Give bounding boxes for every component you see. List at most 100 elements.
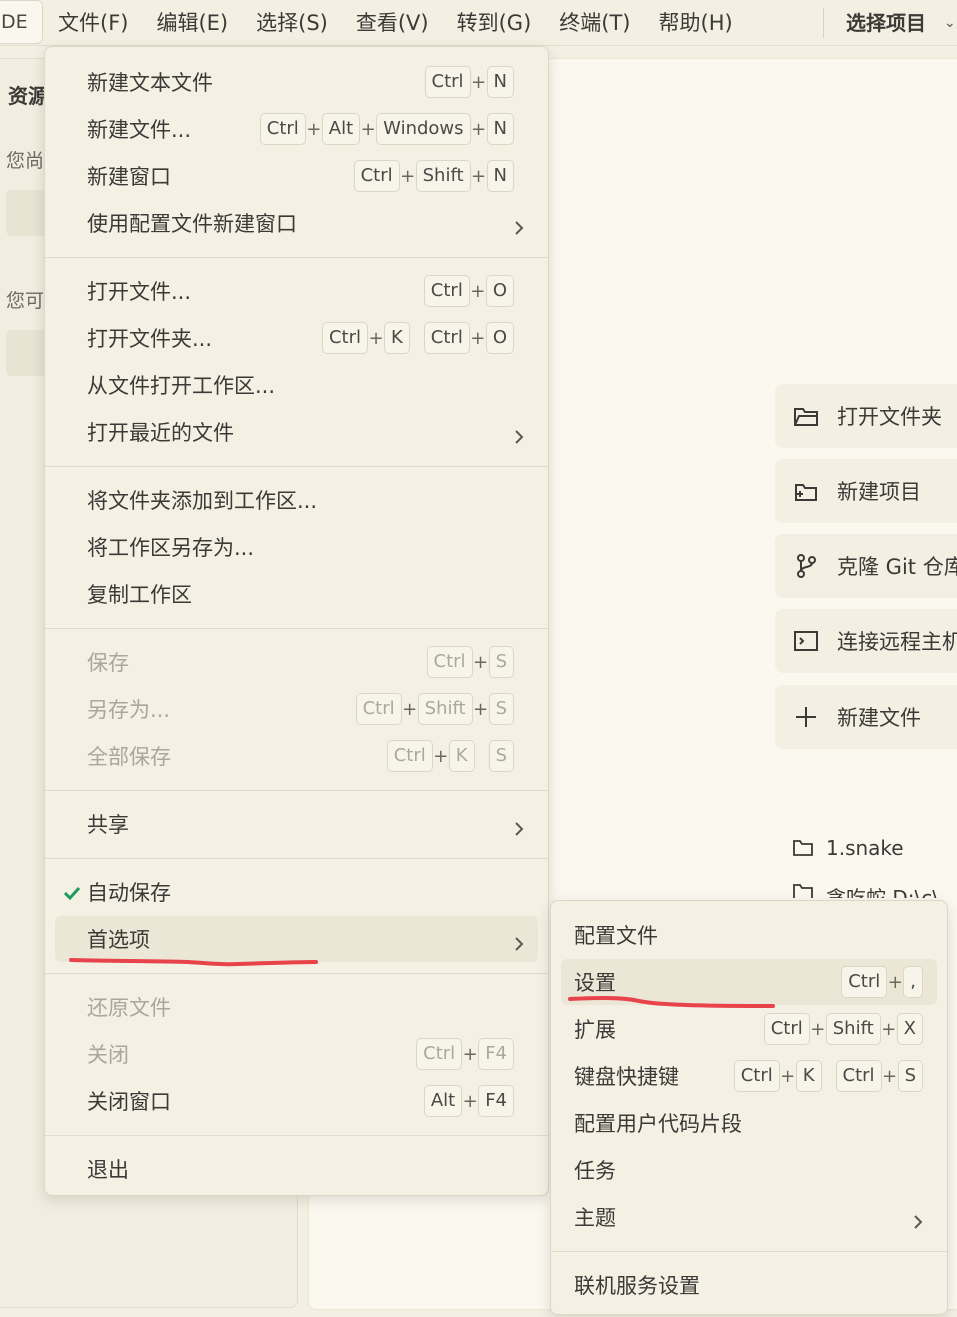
menu-separator — [45, 628, 548, 629]
menu-view[interactable]: 查看(V) — [342, 0, 443, 46]
menu-item-1-3[interactable]: 打开最近的文件 — [45, 409, 548, 455]
menu-separator — [45, 790, 548, 791]
key-cap: S — [897, 1060, 923, 1092]
key-cap: Ctrl — [416, 1038, 463, 1070]
menu-item-label: 扩展 — [574, 1018, 616, 1042]
menu-item-6-1[interactable]: 关闭 Ctrl + F4 — [45, 1031, 548, 1077]
keyboard-shortcut: Ctrl + O — [423, 275, 514, 307]
chevron-down-icon[interactable]: ⌄ — [944, 0, 956, 46]
key-cap: S — [488, 646, 514, 678]
menu-item-label: 保存 — [87, 651, 129, 675]
keyboard-shortcut: Ctrl + S — [426, 646, 514, 678]
explorer-message-2: 您可 — [6, 290, 45, 312]
key-cap: Ctrl — [423, 322, 470, 354]
key-cap: Ctrl — [321, 322, 368, 354]
menu-item-0-0[interactable]: 新建文本文件 Ctrl + N — [45, 59, 548, 105]
welcome-new-file-button[interactable]: 新建文件 — [775, 685, 957, 749]
menu-item-1-0[interactable]: 联机服务设置 — [551, 1262, 947, 1308]
menu-item-0-5[interactable]: 任务 — [551, 1147, 947, 1193]
menu-item-label: 打开文件... — [87, 280, 192, 304]
menu-item-1-0[interactable]: 打开文件... Ctrl + O — [45, 268, 548, 314]
menu-item-0-3[interactable]: 使用配置文件新建窗口 — [45, 200, 548, 246]
menu-item-7-0[interactable]: 退出 — [45, 1146, 548, 1192]
menu-item-label: 新建文本文件 — [87, 71, 213, 95]
key-cap: S — [488, 740, 514, 772]
menu-item-4-0[interactable]: 共享 — [45, 801, 548, 847]
menubar-items: 文件(F) 编辑(E) 选择(S) 查看(V) 转到(G) 终端(T) 帮助(H… — [44, 0, 747, 46]
welcome-clone-git-button[interactable]: 克隆 Git 仓库 — [775, 534, 957, 598]
welcome-open-folder-button[interactable]: 打开文件夹 — [775, 384, 957, 448]
menu-item-2-2[interactable]: 复制工作区 — [45, 571, 548, 617]
menu-item-1-2[interactable]: 从文件打开工作区... — [45, 362, 548, 408]
folder-icon — [793, 840, 813, 856]
menu-edit[interactable]: 编辑(E) — [142, 0, 242, 46]
menu-item-0-1[interactable]: 设置 Ctrl +, — [551, 959, 947, 1005]
menu-item-3-0[interactable]: 保存 Ctrl + S — [45, 639, 548, 685]
recent-item[interactable]: 贪吃蛇 D:\c\ — [792, 882, 939, 898]
key-cap: Ctrl — [835, 1060, 882, 1092]
key-cap: Ctrl — [733, 1060, 780, 1092]
menu-item-6-2[interactable]: 关闭窗口 Alt + F4 — [45, 1078, 548, 1124]
menu-selection[interactable]: 选择(S) — [242, 0, 342, 46]
explorer-message: 您尚 — [6, 150, 45, 172]
menu-item-5-0[interactable]: 自动保存 — [45, 869, 548, 915]
menu-help[interactable]: 帮助(H) — [645, 0, 747, 46]
menu-item-5-1[interactable]: 首选项 — [45, 916, 548, 962]
chevron-right-icon — [512, 216, 526, 235]
menubar: DE 文件(F) 编辑(E) 选择(S) 查看(V) 转到(G) 终端(T) 帮… — [0, 0, 957, 46]
key-cap: Ctrl — [353, 160, 400, 192]
menu-terminal[interactable]: 终端(T) — [545, 0, 644, 46]
menu-item-0-2[interactable]: 新建窗口 Ctrl + Shift + N — [45, 153, 548, 199]
keyboard-shortcut: Alt + F4 — [423, 1085, 514, 1117]
key-cap: K — [448, 740, 475, 772]
keyboard-shortcut: Ctrl + F4 — [416, 1038, 514, 1070]
menu-item-0-4[interactable]: 配置用户代码片段 — [551, 1100, 947, 1146]
keyboard-shortcut: Ctrl + Shift + S — [355, 693, 514, 725]
welcome-remote-button[interactable]: 连接远程主机 — [775, 609, 957, 673]
menu-item-2-0[interactable]: 将文件夹添加到工作区... — [45, 477, 548, 523]
menu-item-3-2[interactable]: 全部保存 Ctrl + K S — [45, 733, 548, 779]
project-selector[interactable]: 选择项目 — [846, 0, 926, 46]
menu-file[interactable]: 文件(F) — [44, 0, 142, 46]
menu-item-3-1[interactable]: 另存为... Ctrl + Shift + S — [45, 686, 548, 732]
key-cap: Windows — [376, 113, 471, 145]
key-cap: Ctrl — [423, 275, 470, 307]
key-cap: Ctrl — [426, 646, 473, 678]
menu-item-label: 另存为... — [87, 698, 171, 722]
app-menu-button[interactable]: DE — [0, 0, 43, 44]
menu-item-6-0[interactable]: 还原文件 — [45, 984, 548, 1030]
menu-item-label: 新建文件... — [87, 118, 192, 142]
folder-open-icon — [791, 401, 821, 431]
key-cap: N — [486, 160, 514, 192]
menu-item-0-0[interactable]: 配置文件 — [551, 912, 947, 958]
menu-separator — [45, 1135, 548, 1136]
menu-item-2-1[interactable]: 将工作区另存为... — [45, 524, 548, 570]
key-cap: K — [383, 322, 410, 354]
menu-item-0-6[interactable]: 主题 — [551, 1194, 947, 1240]
folder-icon — [793, 884, 813, 898]
menu-item-0-3[interactable]: 键盘快捷键 Ctrl + K Ctrl + S — [551, 1053, 947, 1099]
menu-item-1-1[interactable]: 打开文件夹... Ctrl + K Ctrl + O — [45, 315, 548, 361]
menu-item-label: 主题 — [574, 1206, 616, 1230]
keyboard-shortcut: Ctrl + N — [424, 66, 514, 98]
welcome-new-project-button[interactable]: 新建项目 — [775, 459, 957, 523]
key-cap: S — [488, 693, 514, 725]
menu-item-label: 自动保存 — [87, 881, 171, 905]
menu-item-0-1[interactable]: 新建文件... Ctrl + Alt + Windows + N — [45, 106, 548, 152]
chevron-right-icon — [512, 817, 526, 836]
recent-item-label: 1.snake — [826, 836, 904, 860]
menu-item-label: 联机服务设置 — [574, 1274, 700, 1298]
git-branch-icon — [791, 551, 821, 581]
welcome-action-label: 打开文件夹 — [837, 405, 942, 429]
menu-item-label: 从文件打开工作区... — [87, 374, 276, 398]
key-cap: K — [795, 1060, 822, 1092]
key-cap: N — [486, 113, 514, 145]
menu-item-label: 设置 — [574, 971, 616, 995]
menu-item-0-2[interactable]: 扩展 Ctrl + Shift + X — [551, 1006, 947, 1052]
menu-go[interactable]: 转到(G) — [443, 0, 546, 46]
menu-item-label: 退出 — [87, 1158, 129, 1182]
menu-separator — [45, 466, 548, 467]
menu-separator — [551, 1251, 947, 1252]
recent-item[interactable]: 1.snake — [792, 836, 904, 860]
plus-icon — [791, 702, 821, 732]
